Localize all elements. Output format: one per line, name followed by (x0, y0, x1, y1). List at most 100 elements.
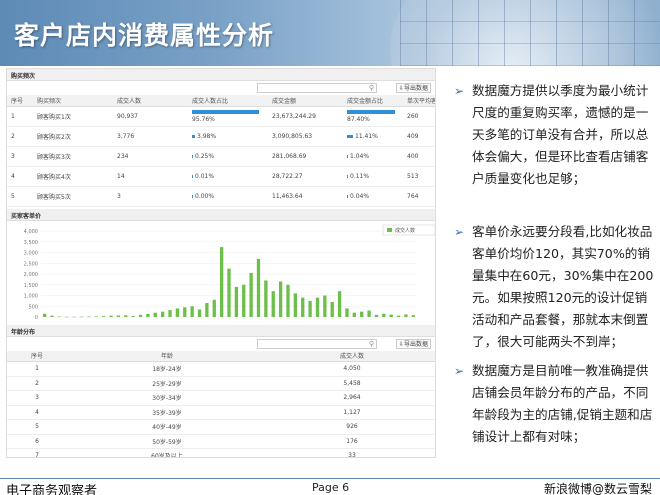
buyer-count: 5,458 (267, 376, 435, 391)
table-row: 3 顾客购买3次 234 0.25% 281,068.69 1.04% 400 (7, 146, 435, 167)
chart-bar[interactable] (264, 279, 268, 317)
y-tick-label: 0 (35, 315, 38, 321)
export-button[interactable]: ⇩导出数据 (395, 83, 431, 93)
row-number: 1 (7, 361, 67, 377)
chart-bar[interactable] (374, 314, 379, 317)
buyer-count: 3,776 (113, 126, 188, 147)
amount-share: 11.41% (343, 126, 403, 147)
footer-divider (0, 478, 660, 479)
chart-bar[interactable] (197, 308, 202, 317)
column-header[interactable]: 成交人数 (267, 350, 435, 362)
chart-bar[interactable] (308, 300, 312, 317)
chart-bar[interactable] (293, 292, 298, 317)
column-header[interactable]: 年龄 (67, 350, 267, 362)
chart-bar[interactable] (323, 295, 327, 317)
chart-bar[interactable] (72, 316, 76, 317)
chart-bar[interactable] (212, 299, 216, 317)
bullet-age-distribution: ➢ 数据魔方是目前唯一教准确提供店铺会员年龄分布的产品，不同年龄段为主的店铺,促… (452, 360, 657, 448)
chart-bar[interactable] (43, 313, 47, 317)
y-tick-label: 2,500 (24, 261, 38, 267)
chart-bar[interactable] (278, 281, 283, 317)
column-header[interactable]: 购买频次 (33, 95, 113, 107)
chart-bar[interactable] (249, 272, 253, 317)
column-header[interactable]: 成交人数 (113, 95, 188, 107)
chart-bar[interactable] (242, 284, 246, 317)
chart-bar[interactable] (234, 286, 239, 317)
chart-bar[interactable] (160, 311, 165, 317)
column-header[interactable]: 序号 (7, 350, 67, 362)
column-header[interactable]: 成交金额占比 (343, 95, 403, 107)
chart-bar[interactable] (352, 312, 356, 317)
age-search-input[interactable]: ⚲ (257, 338, 377, 349)
purchase-frequency-table: 序号购买频次成交人数成交人数占比成交金额成交金额占比单次平均客单价 1顾客购买1… (7, 95, 435, 207)
column-header[interactable]: 序号 (7, 95, 33, 107)
legend-label: 成交人数 (395, 227, 415, 234)
age-range: 30岁-34岁 (67, 390, 267, 406)
bullet-order-value: ➢ 客单价永远要分段看,比如化妆品客单价均价120，其实70%的销量集中在60元… (452, 221, 657, 353)
chart-bar[interactable] (87, 316, 91, 317)
chart-bar[interactable] (411, 314, 415, 317)
amount-share: 1.04% (343, 146, 403, 167)
buyer-count: 234 (113, 146, 188, 167)
chart-bar[interactable] (286, 284, 290, 317)
chart-bar[interactable] (190, 305, 194, 317)
chart-bar[interactable] (337, 290, 342, 317)
table-row: 4 顾客购买4次 14 0.01% 28,722.27 0.11% 513 (7, 166, 435, 187)
chart-bar[interactable] (256, 258, 261, 317)
row-number: 4 (7, 166, 33, 187)
chart-bar[interactable] (57, 316, 62, 317)
share-bar (192, 109, 259, 114)
amount-share: 87.40% (343, 106, 403, 127)
chart-bar[interactable] (153, 312, 157, 317)
amount-share: 0.04% (343, 186, 403, 207)
chart-bar[interactable] (330, 301, 334, 317)
chart-bar[interactable] (219, 246, 224, 317)
bullet-repeat-rate: ➢ 数据魔方提供以季度为最小统计尺度的重复购买率，遗憾的是一天多笔的订单没有合并… (452, 80, 657, 190)
age-export-button[interactable]: ⇩导出数据 (395, 338, 431, 349)
chart-bar[interactable] (168, 309, 172, 317)
chart-bar[interactable] (109, 315, 113, 317)
chart-bar[interactable] (146, 313, 150, 317)
column-header[interactable]: 单次平均客单价 (403, 95, 435, 107)
title-banner: 客户店内消费属性分析 (0, 0, 660, 66)
chart-bar[interactable] (396, 315, 401, 317)
chart-bar[interactable] (389, 314, 393, 317)
chart-bar[interactable] (102, 315, 106, 317)
chart-bar[interactable] (79, 316, 84, 317)
chart-bar[interactable] (301, 297, 305, 317)
chart-bar[interactable] (345, 307, 349, 317)
arrow-bullet-icon: ➢ (454, 84, 465, 98)
row-number: 4 (7, 405, 67, 420)
purchase-frequency: 顾客购买3次 (33, 146, 113, 167)
chart-bar[interactable] (367, 310, 371, 317)
table-row: 7 60岁及以上 33 (7, 448, 435, 457)
chart-bar[interactable] (382, 313, 386, 317)
chart-bar[interactable] (131, 315, 135, 317)
chart-bar[interactable] (116, 314, 121, 317)
chart-bar[interactable] (50, 315, 54, 317)
chart-bar[interactable] (205, 302, 209, 317)
y-tick-label: 1,000 (24, 293, 38, 299)
column-header[interactable]: 成交人数占比 (188, 95, 268, 107)
chart-bar[interactable] (271, 290, 275, 317)
chart-bar[interactable] (124, 314, 128, 317)
share-bar (347, 194, 348, 198)
chart-bar[interactable] (65, 316, 69, 317)
chart-bar[interactable] (360, 311, 364, 317)
avg-order-value: 764 (403, 186, 435, 207)
chart-bar[interactable] (227, 268, 231, 317)
buyer-count: 926 (267, 419, 435, 435)
age-range: 40岁-49岁 (67, 419, 267, 435)
chart-bar[interactable] (315, 297, 320, 317)
chart-bar[interactable] (183, 306, 187, 317)
chart-bar[interactable] (404, 313, 408, 317)
search-icon: ⚲ (368, 339, 374, 348)
chart-bar[interactable] (175, 307, 180, 317)
chart-bar[interactable] (94, 315, 98, 317)
y-tick-label: 500 (28, 304, 38, 310)
column-header[interactable]: 成交金额 (268, 95, 343, 107)
table-row: 5 40岁-49岁 926 (7, 419, 435, 435)
chart-bar[interactable] (138, 314, 143, 317)
footer-page-number: Page 6 (312, 481, 350, 494)
search-input[interactable]: ⚲ (257, 83, 377, 93)
